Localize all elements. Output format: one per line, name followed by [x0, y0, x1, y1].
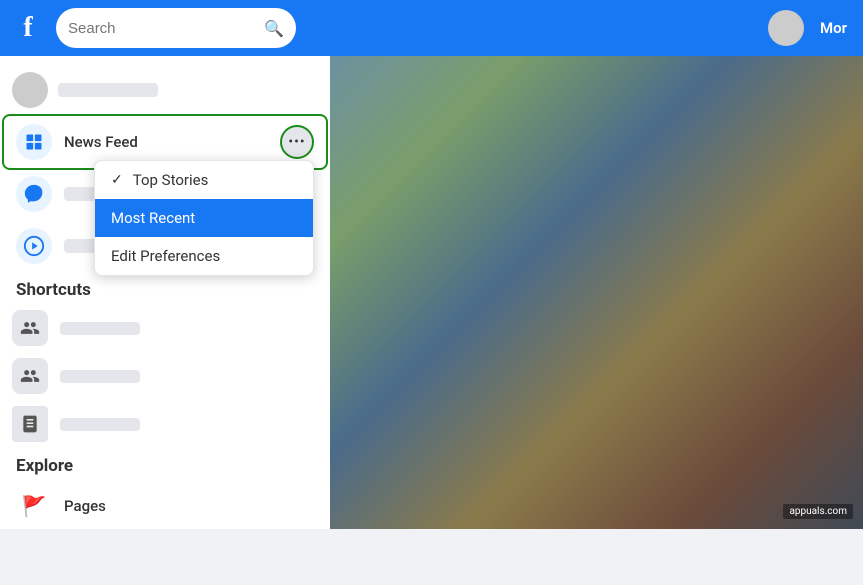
shortcut-icon-3 [12, 406, 48, 442]
top-stories-label: Top Stories [133, 171, 209, 189]
top-navigation: f 🔍 Mor [0, 0, 863, 56]
shortcut-item-3[interactable] [0, 400, 330, 448]
news-feed-dropdown: ✓ Top Stories Most Recent Edit Preferenc… [94, 160, 314, 276]
pages-icon: 🚩 [16, 488, 52, 524]
news-feed-row[interactable]: News Feed ••• ✓ Top Stories Most Recent … [4, 116, 326, 168]
explore-item-pages[interactable]: 🚩 Pages [4, 480, 326, 529]
search-bar[interactable]: 🔍 [56, 8, 296, 48]
dropdown-item-edit-preferences[interactable]: Edit Preferences [95, 237, 313, 275]
edit-preferences-label: Edit Preferences [111, 247, 220, 265]
explore-title: Explore [0, 448, 330, 480]
watermark: appuals.com [783, 504, 853, 519]
search-input[interactable] [68, 20, 256, 37]
news-feed-label: News Feed [64, 133, 138, 151]
shortcut-item-1[interactable] [0, 304, 330, 352]
shortcut-icon-1 [12, 310, 48, 346]
content-area: appuals.com [330, 56, 863, 529]
watch-icon [16, 228, 52, 264]
profile-avatar [12, 72, 48, 108]
nav-more-label: Mor [812, 19, 855, 37]
shortcut-label-1 [60, 322, 140, 335]
nav-right: Mor [768, 10, 855, 46]
sidebar: News Feed ••• ✓ Top Stories Most Recent … [0, 56, 330, 529]
three-dots-icon: ••• [288, 135, 305, 149]
pages-label: Pages [64, 497, 106, 515]
most-recent-label: Most Recent [111, 209, 195, 227]
shortcut-label-3 [60, 418, 140, 431]
content-blur-overlay [330, 56, 863, 529]
dropdown-item-top-stories[interactable]: ✓ Top Stories [95, 161, 313, 199]
facebook-logo: f [8, 8, 48, 48]
search-icon: 🔍 [264, 19, 284, 38]
checkmark-icon: ✓ [111, 172, 123, 188]
sidebar-profile[interactable] [0, 64, 330, 116]
profile-name [58, 83, 158, 97]
news-feed-options-button[interactable]: ••• [280, 125, 314, 159]
user-avatar[interactable] [768, 10, 804, 46]
dropdown-item-most-recent[interactable]: Most Recent [95, 199, 313, 237]
news-feed-icon [16, 124, 52, 160]
shortcut-item-2[interactable] [0, 352, 330, 400]
main-layout: News Feed ••• ✓ Top Stories Most Recent … [0, 56, 863, 529]
messenger-icon [16, 176, 52, 212]
shortcut-icon-2 [12, 358, 48, 394]
shortcuts-title: Shortcuts [0, 272, 330, 304]
shortcut-label-2 [60, 370, 140, 383]
